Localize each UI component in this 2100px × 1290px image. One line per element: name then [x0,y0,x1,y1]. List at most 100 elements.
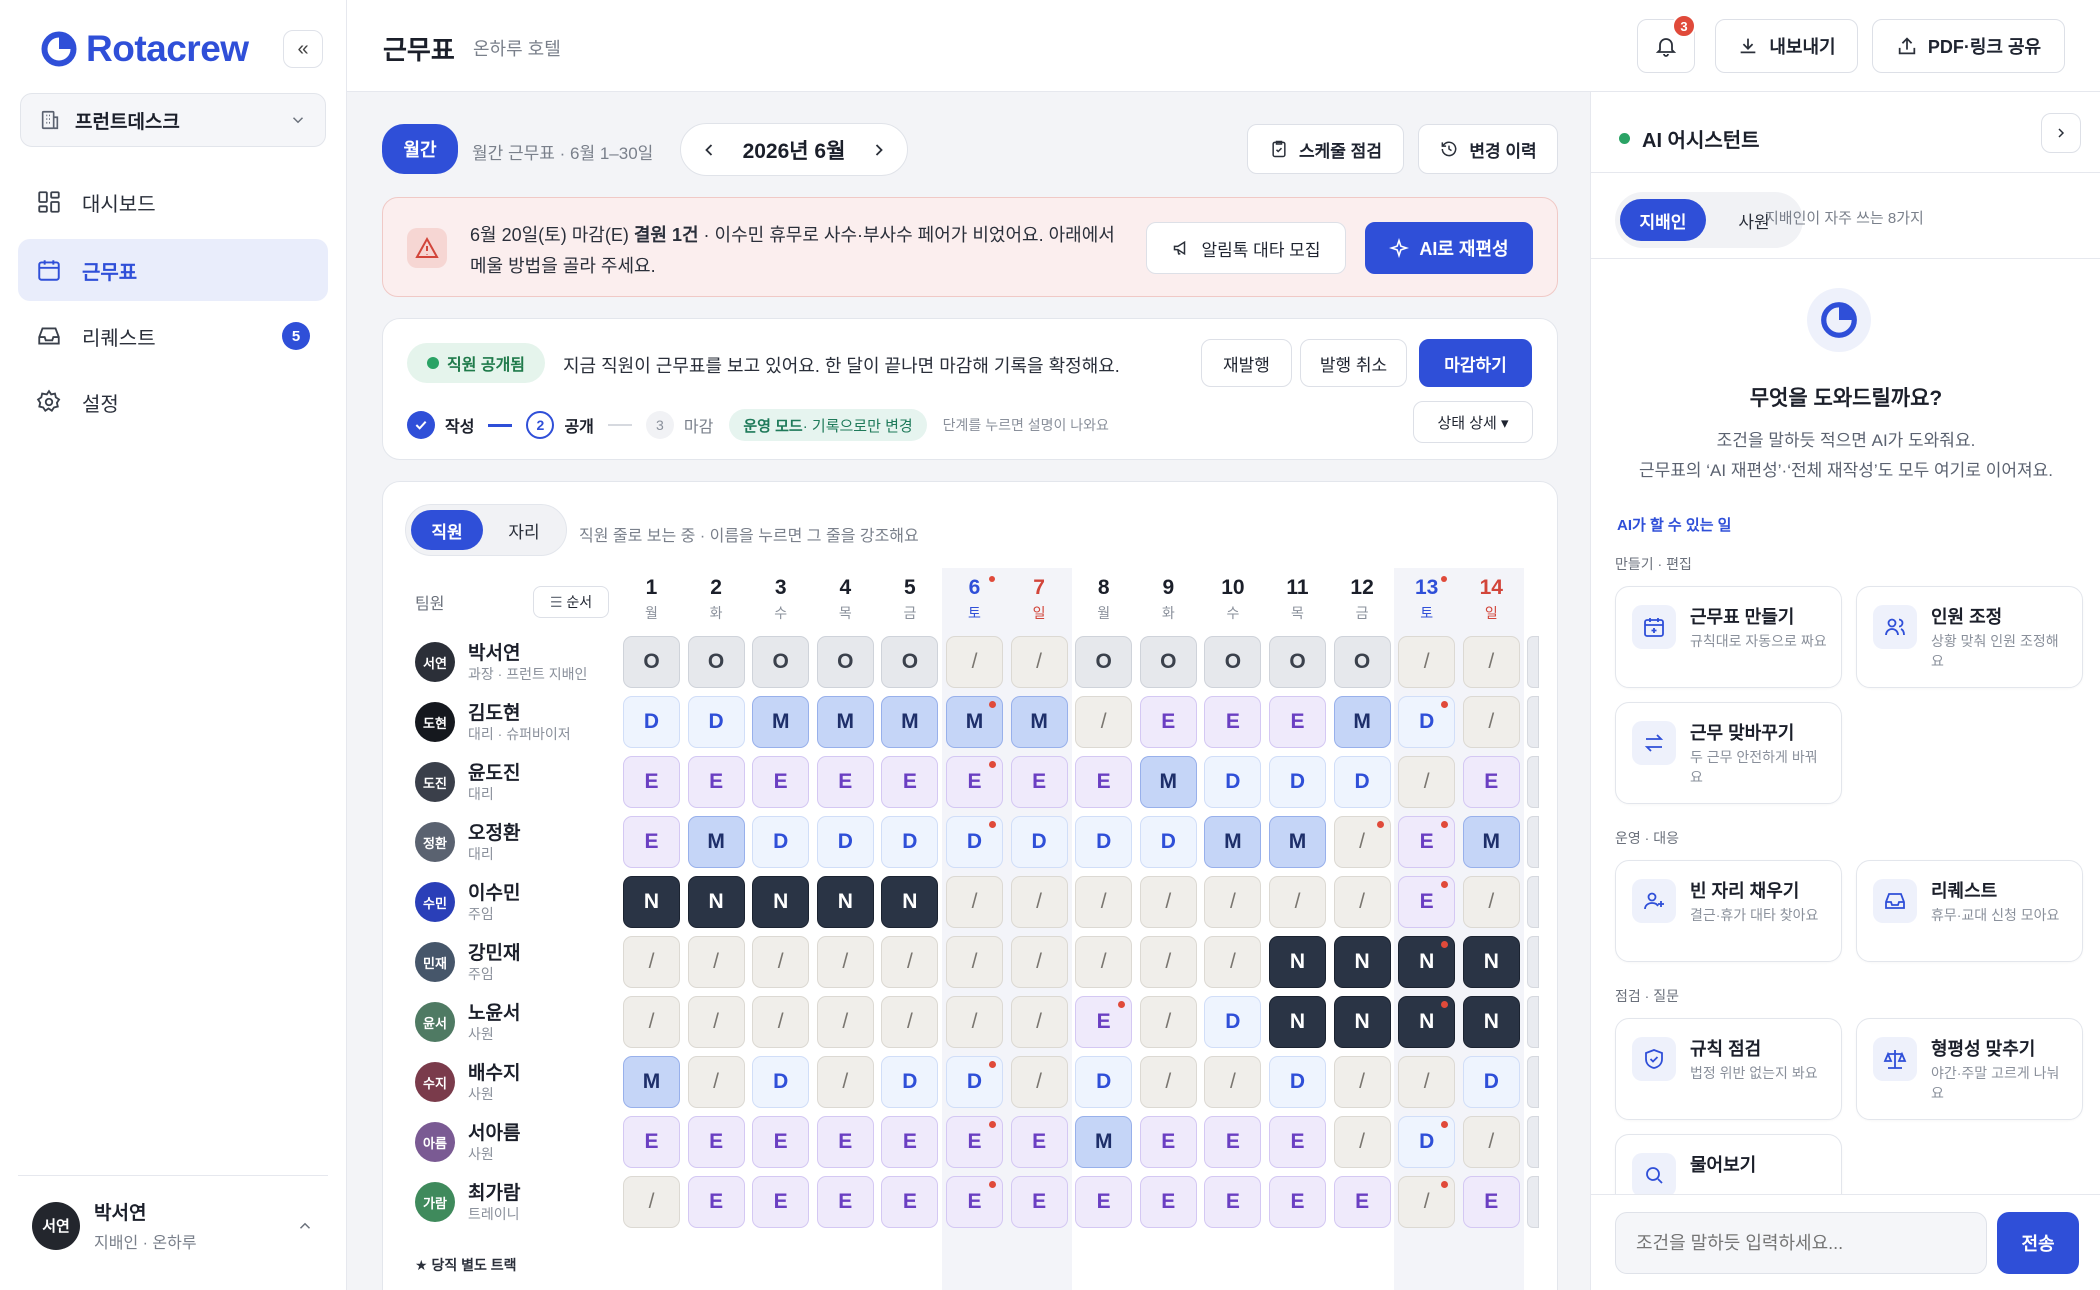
employee-name[interactable]: 윤도진 [468,758,520,785]
export-button[interactable]: 내보내기 [1715,19,1858,73]
shift-cell[interactable]: O [1204,636,1262,688]
shift-cell[interactable]: N [1333,996,1391,1048]
shift-cell[interactable]: O [1139,636,1197,688]
day-header[interactable]: 1월 [623,576,680,623]
shift-cell[interactable]: E [1139,1116,1197,1168]
collapse-sidebar-button[interactable]: « [283,30,323,68]
shift-cell[interactable]: D [687,696,745,748]
shift-cell[interactable]: / [946,936,1003,988]
shift-cell[interactable]: D [881,816,939,868]
shift-cell[interactable]: E [623,816,680,868]
shift-cell[interactable]: / [1398,756,1456,808]
shift-cell[interactable]: M [687,816,745,868]
shift-cell[interactable]: E [752,1116,810,1168]
day-header[interactable]: 12 금 [1334,576,1391,623]
shift-cell[interactable]: O [1075,636,1133,688]
shift-cell[interactable]: E [946,756,1003,808]
ai-action-adjust-staff[interactable]: 인원 조정 상황 맞춰 인원 조정해요 [1856,586,2083,688]
shift-cell[interactable]: M [816,696,874,748]
workspace-selector[interactable]: 프런트데스크 [20,93,326,147]
ai-reschedule-button[interactable]: AI로 재편성 [1365,222,1533,274]
shift-cell[interactable]: N [1462,936,1520,988]
shift-cell[interactable]: E [752,756,810,808]
employee-name[interactable]: 노윤서 [468,998,520,1025]
shift-cell[interactable]: O [1269,636,1326,688]
shift-cell[interactable]: M [1269,816,1326,868]
shift-cell[interactable]: D [1269,756,1326,808]
shift-cell[interactable]: E [1075,756,1133,808]
shift-cell[interactable]: E [1075,1176,1133,1228]
ai-action-rule-check[interactable]: 규칙 점검 법정 위반 없는지 봐요 [1615,1018,1842,1120]
shift-cell[interactable]: E [752,1176,810,1228]
shift-cell[interactable]: N [1269,936,1326,988]
shift-cell[interactable]: E [946,1116,1003,1168]
shift-cell[interactable]: E [1269,696,1326,748]
ai-action-fairness[interactable]: 형평성 맞추기 야간·주말 고르게 나눠요 [1856,1018,2083,1120]
shift-cell[interactable]: E [1010,756,1068,808]
shift-cell[interactable]: / [687,1056,745,1108]
shift-cell[interactable]: O [816,636,874,688]
shift-cell[interactable]: D [946,1056,1003,1108]
shift-cell[interactable]: E [623,1116,680,1168]
shift-cell[interactable]: E [881,1116,939,1168]
employee-name[interactable]: 박서연 [468,638,520,665]
shift-cell[interactable]: D [623,696,680,748]
shift-cell[interactable]: N [1398,936,1456,988]
shift-cell[interactable]: E [946,1176,1003,1228]
shift-cell[interactable]: / [881,996,939,1048]
schedule-check-button[interactable]: 스케줄 점검 [1247,124,1404,174]
shift-cell[interactable]: / [1139,936,1197,988]
shift-cell[interactable]: / [1204,1056,1262,1108]
shift-cell[interactable]: D [881,1056,939,1108]
shift-cell[interactable]: M [1010,696,1068,748]
shift-cell[interactable]: E [1204,1116,1262,1168]
shift-cell[interactable]: E [1139,696,1197,748]
ai-chat-input[interactable] [1615,1212,1987,1274]
shift-cell[interactable]: / [1333,876,1391,928]
shift-cell[interactable]: M [1462,816,1520,868]
employee-name[interactable]: 최가람 [468,1178,520,1205]
shift-cell[interactable]: / [1139,1056,1197,1108]
shift-cell[interactable]: / [1462,876,1520,928]
shift-cell[interactable]: N [816,876,874,928]
ai-action-swap-shifts[interactable]: 근무 맞바꾸기 두 근무 안전하게 바꿔요 [1615,702,1842,804]
shift-cell[interactable]: E [1010,1116,1068,1168]
shift-cell[interactable]: D [816,816,874,868]
nav-item-schedule[interactable]: 근무표 [18,239,328,301]
shift-cell[interactable]: E [816,1116,874,1168]
close-panel-button[interactable] [2041,113,2081,153]
shift-cell[interactable]: M [752,696,810,748]
shift-cell[interactable]: O [752,636,810,688]
shift-cell[interactable]: / [946,636,1003,688]
shift-cell[interactable]: E [881,756,939,808]
day-header[interactable]: 10 수 [1204,576,1261,623]
shift-cell[interactable]: / [816,936,874,988]
shift-cell[interactable]: D [1398,696,1456,748]
shift-cell[interactable]: N [1398,996,1456,1048]
shift-cell[interactable]: M [1075,1116,1133,1168]
shift-cell[interactable]: / [1139,876,1197,928]
ai-action-create-schedule[interactable]: 근무표 만들기 규칙대로 자동으로 짜요 [1615,586,1842,688]
shift-cell[interactable]: / [1010,936,1068,988]
shift-cell[interactable]: E [1398,816,1456,868]
shift-cell[interactable]: D [1075,816,1133,868]
shift-cell[interactable]: N [687,876,745,928]
shift-cell[interactable]: / [1204,876,1262,928]
shift-cell[interactable]: / [1010,876,1068,928]
shift-cell[interactable]: E [1462,1176,1520,1228]
ai-action-ask[interactable]: 물어보기 [1615,1134,1842,1194]
brand-logo[interactable]: Rotacrew [40,28,249,70]
shift-cell[interactable]: M [623,1056,680,1108]
day-header[interactable]: 5금 [881,576,938,623]
shift-cell[interactable]: E [1333,1176,1391,1228]
status-detail-button[interactable]: 상태 상세 ▾ [1413,401,1533,443]
day-header[interactable]: 3수 [752,576,809,623]
shift-cell[interactable]: / [1333,1056,1391,1108]
step-label-publish[interactable]: 공개 [564,413,593,437]
shift-cell[interactable]: D [946,816,1003,868]
shift-cell[interactable]: E [816,756,874,808]
shift-cell[interactable]: D [752,1056,810,1108]
shift-cell[interactable]: O [687,636,745,688]
view-monthly-button[interactable]: 월간 [382,124,458,174]
shift-cell[interactable]: / [1398,1056,1456,1108]
